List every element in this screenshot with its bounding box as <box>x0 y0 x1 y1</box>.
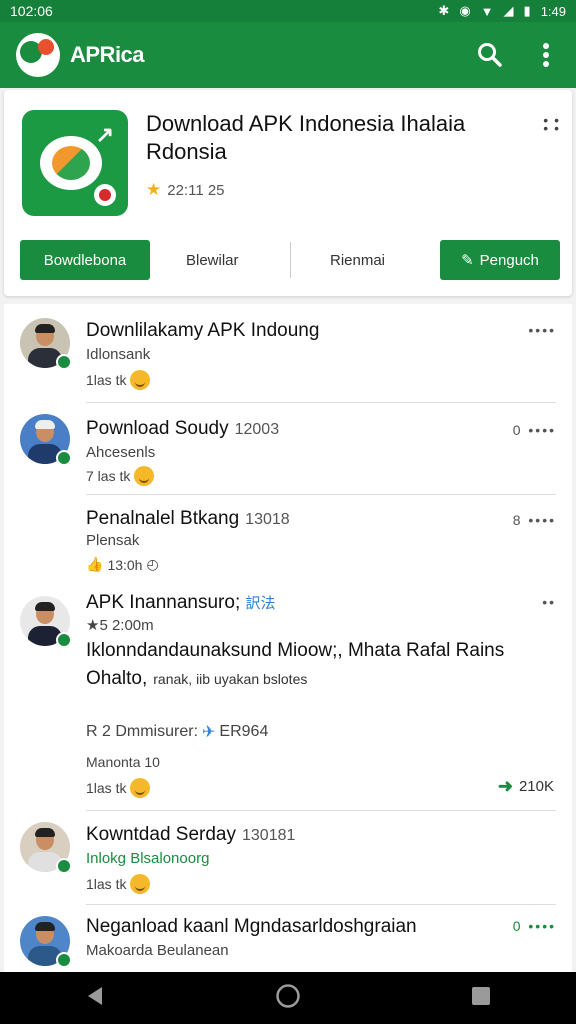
emoji-icon <box>134 466 155 486</box>
share-button[interactable]: ➜ 210K <box>498 776 554 797</box>
post-title: Neganload kaanl Mgndasarldoshgraian <box>86 916 417 937</box>
post-subtitle: Makoarda Beulanean <box>86 942 229 959</box>
more-icon[interactable]: •• <box>542 594 556 610</box>
reaction-tag: ER964 <box>219 723 269 740</box>
card-more-icon[interactable]: • • • • <box>543 113 560 135</box>
push-pin-icon: ✎ <box>461 252 474 269</box>
post-title-text: APK Inannansuro; <box>86 592 241 613</box>
system-nav-bar <box>0 972 576 1024</box>
post-time: 130181 <box>242 827 296 844</box>
post-meta: 1las tk <box>86 778 151 798</box>
alarm-icon: ◉ <box>459 3 471 18</box>
post-title: Pownload Soudy 12003 <box>86 418 279 440</box>
app-card: ↗ Download APK Indonesia Ihalaia Rdonsia… <box>4 90 572 296</box>
home-icon[interactable] <box>275 983 301 1014</box>
button-2[interactable]: Blewilar <box>186 240 239 280</box>
post-meta: 1las tk <box>86 370 151 390</box>
twitter-icon: ✈ <box>202 724 216 741</box>
post-rating: ★5 2:00m <box>86 617 154 634</box>
post-title-text: Pownload Soudy <box>86 418 229 439</box>
app-logo-icon <box>16 33 60 77</box>
star-icon: ★ <box>146 180 162 199</box>
share-count: 210K <box>518 778 554 795</box>
verified-icon <box>56 632 72 648</box>
more-icon[interactable]: •••• <box>528 322 556 338</box>
back-icon[interactable] <box>84 985 106 1012</box>
list-item[interactable]: Pownload Soudy 12003 Ahcesenls 7 las tk 0… <box>4 402 572 495</box>
verified-icon <box>56 952 72 968</box>
post-title: APK Inannansuro; 訳法 <box>86 592 276 614</box>
post-title: Kowntdad Serday 130181 <box>86 824 295 846</box>
post-subtitle: Inlokg Blsalonoorg <box>86 850 210 867</box>
post-subtitle: Ahcesenls <box>86 444 156 461</box>
clock-icon: ◴ <box>146 556 159 572</box>
list-item[interactable]: Downlilakamy APK Indoung Idlonsank 1las … <box>4 304 572 403</box>
wifi-icon: ▼ <box>480 3 494 19</box>
more-icon[interactable]: 8 •••• <box>513 512 556 528</box>
share-icon: ➜ <box>497 776 513 796</box>
more-icon[interactable]: 0 •••• <box>513 422 556 438</box>
badge-text: 訳法 <box>245 595 276 612</box>
feed-list: Downlilakamy APK Indoung Idlonsank 1las … <box>4 304 572 972</box>
post-body-line-1: Iklonndandaunaksund Mioow;, Mhata Rafal … <box>86 640 505 661</box>
search-icon[interactable] <box>476 41 504 69</box>
app-title: APRica <box>70 42 145 67</box>
post-meta: 1las tk <box>86 874 151 894</box>
post-subtitle: Plensak <box>86 532 140 549</box>
post-body-line-2: Ohalto, ranak, iib uyakan bslotes <box>86 668 307 690</box>
secondary-button-label: Penguch <box>479 251 539 269</box>
post-meta-text: 1las tk <box>86 780 127 796</box>
list-item[interactable]: Penalnalel Btkang 13018 Plensak 👍 13:0h ◴… <box>4 494 572 584</box>
post-title-text: Kowntdad Serday <box>86 824 236 845</box>
post-body-small: ranak, iib uyakan bslotes <box>153 671 308 687</box>
post-title-text: Penalnalel Btkang <box>86 508 240 529</box>
post-meta-text: 13:0h <box>107 556 143 573</box>
app-rating: ★ 22:11 25 <box>146 180 225 200</box>
overflow-menu-icon[interactable] <box>532 41 560 69</box>
status-bar: 102:06 ✱ ◉ ▼ ◢ ▮ 1:49 <box>0 0 576 22</box>
secondary-button[interactable]: ✎ Penguch <box>440 240 560 280</box>
emoji-icon <box>130 370 151 390</box>
divider <box>290 242 291 278</box>
app-icon[interactable]: ↗ <box>22 110 128 216</box>
status-time: 102:06 <box>10 3 53 19</box>
post-title: Penalnalel Btkang 13018 <box>86 508 290 530</box>
app-rating-value: 22:11 25 <box>167 181 225 199</box>
reaction-text: R 2 Dmmisurer: <box>86 723 199 740</box>
post-meta-text: 7 las tk <box>86 468 131 484</box>
more-icon[interactable]: 0 •••• <box>513 918 556 934</box>
post-meta: 👍 13:0h ◴ <box>86 556 159 573</box>
post-subtitle: Manonta 10 <box>86 754 160 770</box>
battery-icon: ▮ <box>523 3 531 18</box>
post-meta-text: 1las tk <box>86 876 127 892</box>
emoji-icon <box>130 874 151 894</box>
post-subtitle: Idlonsank <box>86 346 151 363</box>
app-title-text: Download APK Indonesia Ihalaia Rdonsia <box>146 111 466 164</box>
bluetooth-icon: ✱ <box>438 3 450 18</box>
download-button[interactable]: Bowdlebona <box>20 240 150 280</box>
like-icon: 👍 <box>86 556 104 572</box>
post-time: 12003 <box>234 421 280 438</box>
verified-icon <box>56 450 72 466</box>
verified-icon <box>56 354 72 370</box>
status-clock: 1:49 <box>540 3 566 19</box>
recents-icon[interactable] <box>470 985 492 1012</box>
list-item[interactable]: APK Inannansuro; 訳法 ★5 2:00m •• Iklonnda… <box>4 584 572 811</box>
post-title: Downlilakamy APK Indoung <box>86 320 320 341</box>
list-item[interactable]: Kowntdad Serday 130181 Inlokg Blsalonoorg… <box>4 810 572 905</box>
emoji-icon <box>130 778 151 798</box>
app-bar: APRica <box>0 22 576 88</box>
post-meta: 7 las tk <box>86 466 155 486</box>
reaction-row: R 2 Dmmisurer: ✈ ER964 <box>86 722 268 742</box>
post-time: 13018 <box>245 511 290 528</box>
post-body-main: Ohalto, <box>86 668 148 689</box>
post-meta-text: 1las tk <box>86 372 127 388</box>
signal-icon: ◢ <box>503 3 514 18</box>
verified-icon <box>56 858 72 874</box>
button-3[interactable]: Rienmai <box>330 240 385 280</box>
status-icons: ✱ ◉ ▼ ◢ ▮ 1:49 <box>438 3 566 19</box>
list-item[interactable]: Neganload kaanl Mgndasarldoshgraian Mako… <box>4 904 572 972</box>
